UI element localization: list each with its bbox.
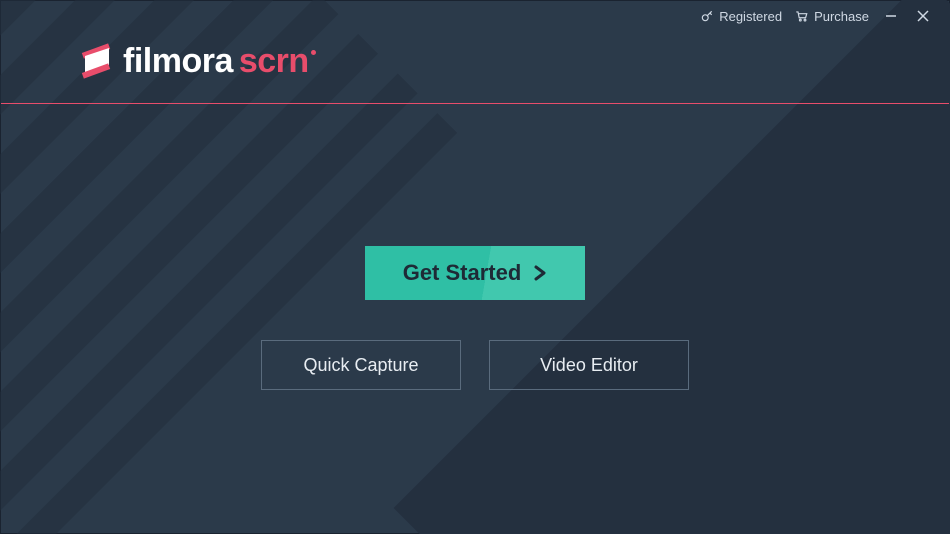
secondary-buttons: Quick Capture Video Editor — [261, 340, 689, 390]
registered-label: Registered — [719, 9, 782, 24]
purchase-link[interactable]: Purchase — [794, 9, 869, 24]
app-logo: filmorascrn — [79, 39, 316, 84]
logo-dot — [311, 50, 316, 55]
purchase-label: Purchase — [814, 9, 869, 24]
get-started-label: Get Started — [403, 260, 522, 286]
video-editor-label: Video Editor — [540, 355, 638, 376]
quick-capture-button[interactable]: Quick Capture — [261, 340, 461, 390]
minimize-button[interactable] — [881, 6, 901, 26]
logo-text: filmorascrn — [123, 42, 316, 81]
window-titlebar: Registered Purchase — [684, 1, 949, 31]
logo-icon — [79, 39, 113, 84]
video-editor-button[interactable]: Video Editor — [489, 340, 689, 390]
chevron-right-icon — [533, 265, 547, 281]
logo-brand: filmora — [123, 42, 233, 80]
main-content: Get Started Quick Capture Video Editor — [1, 103, 949, 533]
quick-capture-label: Quick Capture — [303, 355, 418, 376]
cart-icon — [794, 9, 809, 23]
close-button[interactable] — [913, 6, 933, 26]
logo-product: scrn — [239, 42, 309, 80]
registered-link[interactable]: Registered — [700, 9, 782, 24]
key-icon — [700, 9, 714, 23]
get-started-button[interactable]: Get Started — [365, 246, 586, 300]
